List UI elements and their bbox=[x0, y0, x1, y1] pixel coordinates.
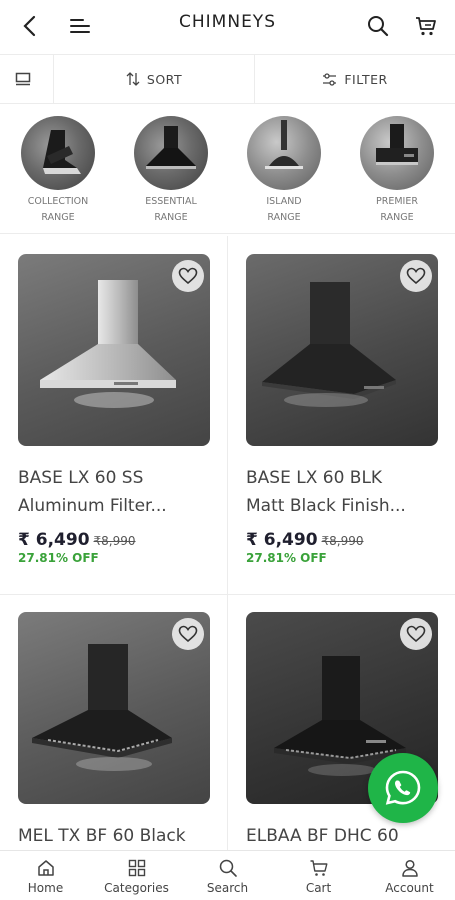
product-image[interactable] bbox=[246, 254, 438, 446]
category-label: ISLAND RANGE bbox=[266, 196, 302, 223]
filter-label: FILTER bbox=[344, 71, 388, 87]
filter-icon bbox=[323, 72, 337, 86]
sort-filter-bar: SORT FILTER bbox=[0, 54, 455, 104]
cart-icon bbox=[310, 860, 327, 876]
nav-categories[interactable]: Categories bbox=[91, 851, 182, 900]
search-icon[interactable] bbox=[362, 10, 394, 42]
category-island-range[interactable]: ISLAND RANGE bbox=[244, 116, 324, 233]
nav-label: Search bbox=[206, 881, 249, 895]
app-header: CHIMNEYS bbox=[0, 0, 455, 52]
product-name[interactable]: ELBAA BF DHC 60 bbox=[246, 822, 451, 850]
grid-divider bbox=[0, 594, 455, 595]
discount-badge: 27.81% OFF bbox=[18, 551, 99, 565]
filter-button[interactable]: FILTER bbox=[255, 55, 455, 103]
category-premier-range[interactable]: PREMIER RANGE bbox=[357, 116, 437, 233]
discount-badge: 27.81% OFF bbox=[246, 551, 327, 565]
nav-label: Home bbox=[27, 881, 64, 895]
product-card[interactable]: BASE LX 60 SS Aluminum Filter... ₹ 6,490… bbox=[18, 254, 210, 565]
bottom-navigation: Home Categories Search Cart Account bbox=[0, 850, 455, 900]
category-collection-range[interactable]: COLLECTION RANGE bbox=[18, 116, 98, 233]
grid-view-icon bbox=[15, 72, 31, 86]
product-mrp: ₹8,990 bbox=[321, 534, 364, 548]
category-strip: COLLECTION RANGE ESSENTIAL RANGE ISLAND RAN… bbox=[0, 106, 455, 234]
nav-account[interactable]: Account bbox=[364, 851, 455, 900]
home-icon bbox=[37, 860, 54, 876]
product-card[interactable]: BASE LX 60 BLK Matt Black Finish... ₹ 6,… bbox=[246, 254, 438, 565]
sort-label: SORT bbox=[146, 71, 183, 87]
nav-label: Account bbox=[385, 881, 434, 895]
category-thumbnail bbox=[247, 116, 321, 190]
wishlist-heart-icon[interactable] bbox=[172, 618, 204, 650]
category-label: ESSENTIAL RANGE bbox=[145, 196, 197, 223]
whatsapp-icon bbox=[385, 770, 421, 805]
nav-label: Categories bbox=[104, 881, 169, 895]
nav-cart[interactable]: Cart bbox=[273, 851, 364, 900]
price-row: ₹ 6,490 ₹8,990 bbox=[18, 530, 210, 550]
category-thumbnail bbox=[21, 116, 95, 190]
category-thumbnail bbox=[134, 116, 208, 190]
product-price: ₹ 6,490 bbox=[246, 530, 318, 550]
sort-icon bbox=[126, 72, 140, 86]
category-essential-range[interactable]: ESSENTIAL RANGE bbox=[131, 116, 211, 233]
price-row: ₹ 6,490 ₹8,990 bbox=[246, 530, 438, 550]
whatsapp-chat-button[interactable] bbox=[368, 753, 438, 823]
product-subtitle: Aluminum Filter... bbox=[18, 496, 167, 516]
wishlist-heart-icon[interactable] bbox=[400, 618, 432, 650]
sort-button[interactable]: SORT bbox=[54, 55, 255, 103]
grid-divider bbox=[227, 236, 228, 850]
nav-label: Cart bbox=[305, 881, 332, 895]
product-mrp: ₹8,990 bbox=[93, 534, 136, 548]
product-name[interactable]: BASE LX 60 SS bbox=[18, 464, 223, 492]
product-subtitle: Matt Black Finish... bbox=[246, 496, 406, 516]
view-toggle-button[interactable] bbox=[0, 55, 54, 103]
wishlist-heart-icon[interactable] bbox=[400, 260, 432, 292]
product-name[interactable]: MEL TX BF 60 Black bbox=[18, 822, 223, 850]
product-image[interactable] bbox=[18, 612, 210, 804]
product-name[interactable]: BASE LX 60 BLK bbox=[246, 464, 451, 492]
search-icon bbox=[219, 859, 237, 877]
category-thumbnail bbox=[360, 116, 434, 190]
product-price: ₹ 6,490 bbox=[18, 530, 90, 550]
categories-icon bbox=[128, 859, 145, 877]
product-image[interactable] bbox=[18, 254, 210, 446]
account-icon bbox=[401, 859, 418, 877]
category-label: PREMIER RANGE bbox=[376, 196, 418, 223]
nav-search[interactable]: Search bbox=[182, 851, 273, 900]
cart-icon[interactable] bbox=[410, 10, 442, 42]
category-label: COLLECTION RANGE bbox=[27, 196, 89, 223]
wishlist-heart-icon[interactable] bbox=[172, 260, 204, 292]
product-card[interactable]: MEL TX BF 60 Black bbox=[18, 612, 210, 850]
nav-home[interactable]: Home bbox=[0, 851, 91, 900]
